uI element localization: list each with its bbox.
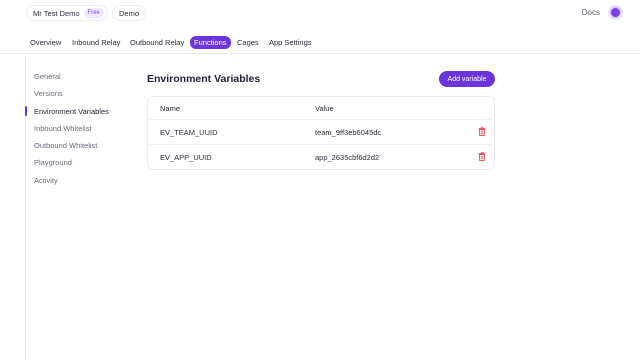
app-switcher[interactable]: Demo <box>112 5 147 21</box>
sidebar-item-inbound-whitelist[interactable]: Inbound Whitelist <box>34 124 92 133</box>
page-title: Environment Variables <box>147 73 261 85</box>
env-variables-table: Name Value EV_TEAM_UUID team_9ff3eb6045d… <box>147 96 495 170</box>
table-row: EV_APP_UUID app_2635cbf6d2d2 <box>148 144 494 168</box>
sidebar-divider <box>25 55 26 360</box>
sidebar-item-environment-variables[interactable]: Environment Variables <box>34 107 109 116</box>
sidebar-item-outbound-whitelist[interactable]: Outbound Whitelist <box>34 141 97 150</box>
sidebar-item-general[interactable]: General <box>34 72 61 81</box>
variable-value: team_9ff3eb6045dc <box>315 128 382 137</box>
tab-overview[interactable]: Overview <box>27 36 64 49</box>
top-bar: Mr Test Demo Free Demo Docs <box>0 0 640 28</box>
plan-badge: Free <box>83 8 104 18</box>
app-name: Demo <box>119 8 140 18</box>
add-variable-button[interactable]: Add variable <box>439 71 495 87</box>
docs-link[interactable]: Docs <box>582 8 600 17</box>
sidebar-active-indicator <box>25 106 27 116</box>
variable-name: EV_TEAM_UUID <box>160 128 218 137</box>
tab-outbound-relay[interactable]: Outbound Relay <box>127 36 187 49</box>
variable-value: app_2635cbf6d2d2 <box>315 153 380 162</box>
trash-icon[interactable] <box>478 127 486 136</box>
tab-cages[interactable]: Cages <box>234 36 262 49</box>
sidebar-item-playground[interactable]: Playground <box>34 158 72 167</box>
team-switcher[interactable]: Mr Test Demo Free <box>26 5 108 21</box>
tab-inbound-relay[interactable]: Inbound Relay <box>69 36 123 49</box>
team-name: Mr Test Demo <box>33 8 80 18</box>
table-row: EV_TEAM_UUID team_9ff3eb6045dc <box>148 119 494 143</box>
app-tabs: Overview Inbound Relay Outbound Relay Fu… <box>0 32 640 54</box>
tab-app-settings[interactable]: App Settings <box>266 36 315 49</box>
trash-icon[interactable] <box>478 152 486 161</box>
sidebar-item-activity[interactable]: Activity <box>34 176 58 185</box>
column-header-name: Name <box>160 104 181 113</box>
variable-name: EV_APP_UUID <box>160 153 212 162</box>
column-header-value: Value <box>315 104 334 113</box>
sidebar-item-versions[interactable]: Versions <box>34 89 63 98</box>
tab-functions[interactable]: Functions <box>190 36 231 49</box>
avatar-icon[interactable] <box>608 5 623 20</box>
